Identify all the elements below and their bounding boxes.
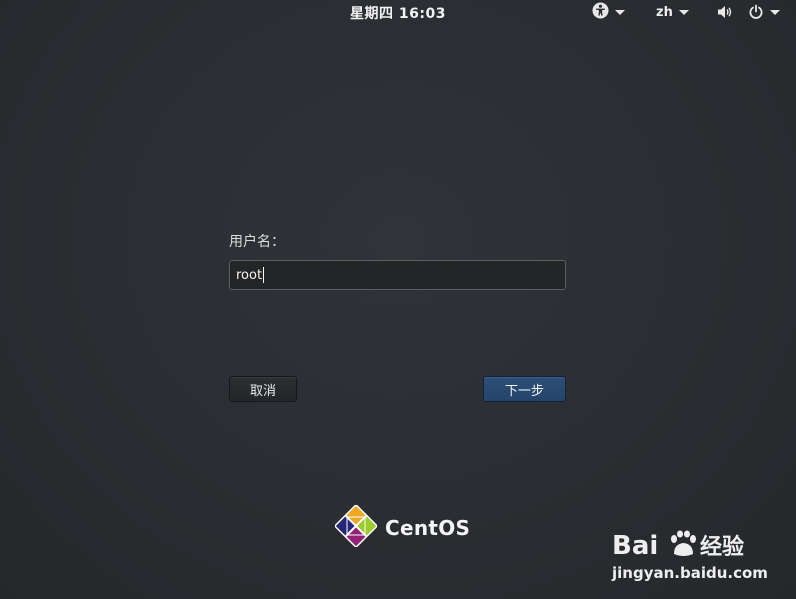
next-button[interactable]: 下一步 xyxy=(483,376,566,402)
top-panel: 星期四 16:03 zh xyxy=(0,0,796,24)
chevron-down-icon xyxy=(615,9,625,15)
login-form: 用户名： root xyxy=(229,232,566,290)
watermark-url: jingyan.baidu.com xyxy=(612,564,768,582)
centos-wordmark: CentOS xyxy=(385,516,471,540)
system-menu[interactable] xyxy=(716,2,780,22)
power-icon xyxy=(748,4,764,20)
language-label: zh xyxy=(656,4,673,20)
username-value: root xyxy=(236,267,263,283)
centos-emblem-icon xyxy=(333,503,379,551)
accessibility-menu[interactable] xyxy=(592,2,625,22)
volume-icon xyxy=(716,4,734,20)
chevron-down-icon xyxy=(678,9,689,15)
cancel-button[interactable]: 取消 xyxy=(229,376,297,402)
centos-logo: CentOS xyxy=(333,503,471,551)
chevron-down-icon xyxy=(770,9,780,15)
accessibility-icon xyxy=(592,2,609,23)
username-label: 用户名： xyxy=(229,234,285,250)
svg-text:经验: 经验 xyxy=(700,534,744,560)
text-cursor xyxy=(263,267,265,283)
baidu-logo-icon: Bai 经验 xyxy=(612,526,752,564)
svg-text:Bai: Bai xyxy=(612,531,658,560)
username-input[interactable]: root xyxy=(229,260,566,290)
language-menu[interactable]: zh xyxy=(656,2,689,22)
baidu-watermark: Bai 经验 jingyan.baidu.com xyxy=(612,512,792,592)
